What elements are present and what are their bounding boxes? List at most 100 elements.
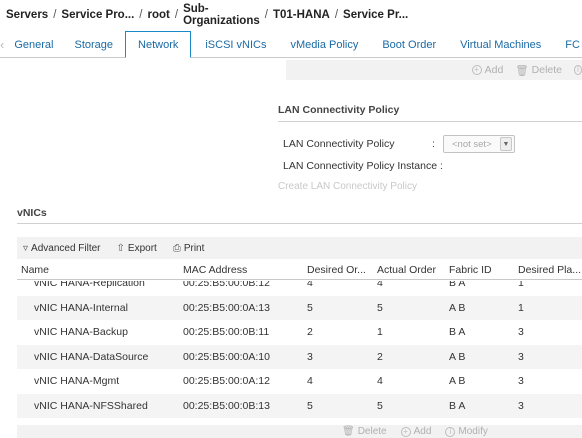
tab-general[interactable]: General xyxy=(4,32,64,57)
lan-connectivity-section-title: LAN Connectivity Policy xyxy=(278,104,400,116)
filter-icon: ▿ xyxy=(23,242,29,254)
vnics-section-title: vNICs xyxy=(17,207,47,219)
vnics-table-header: Name MAC Address Desired Or... Actual Or… xyxy=(17,260,582,280)
plus-circle-icon: + xyxy=(471,65,482,75)
vnics-table-rows: vNIC HANA-Replication 00:25:B5:00:0B:12 4 4… xyxy=(17,281,582,418)
trash-icon: 🗑 xyxy=(515,64,529,77)
chevron-down-icon: ▼ xyxy=(500,137,512,151)
breadcrumb-separator: / xyxy=(53,9,57,21)
cell-actual-order: 2 xyxy=(377,350,383,363)
info-circle-icon: i xyxy=(445,426,456,437)
delete-vnic-button[interactable]: 🗑 Delete xyxy=(342,426,387,437)
plus-circle-icon: + xyxy=(400,426,411,437)
cell-name: vNIC HANA-NFSShared xyxy=(34,399,148,412)
breadcrumb-separator: / xyxy=(139,9,143,21)
network-actions-toolbar: + Add 🗑 Delete i xyxy=(286,60,582,80)
table-row[interactable]: vNIC HANA-Mgmt 00:25:B5:00:0A:12 4 4 A B 3 xyxy=(17,369,582,394)
tab-iscsi-vnics[interactable]: iSCSI vNICs xyxy=(191,32,278,57)
cell-desired-order: 4 xyxy=(307,375,313,387)
cell-name: vNIC HANA-Backup xyxy=(34,326,128,338)
table-row[interactable]: vNIC HANA-Replication 00:25:B5:00:0B:12 4 4… xyxy=(17,281,582,296)
cell-fabric-id: B A xyxy=(449,281,466,289)
tab-storage[interactable]: Storage xyxy=(64,32,125,57)
cell-fabric-id: A B xyxy=(449,301,466,314)
tab-bar: ‹ General Storage Network iSCSI vNICs vM… xyxy=(0,31,582,58)
cell-desired-placement: 3 xyxy=(518,399,524,412)
cell-name: vNIC HANA-Replication xyxy=(34,281,145,289)
section-divider xyxy=(17,223,582,224)
breadcrumb-servers[interactable]: Servers xyxy=(6,9,48,21)
tab-fc-zoning[interactable]: FC Zo xyxy=(553,32,582,57)
tab-boot-order[interactable]: Boot Order xyxy=(370,32,448,57)
tab-network[interactable]: Network xyxy=(125,31,192,58)
vnics-table-toolbar: ▿ Advanced Filter ⇧ Export ⎙ Print xyxy=(17,237,582,259)
advanced-filter-button[interactable]: ▿ Advanced Filter xyxy=(23,243,101,254)
cell-desired-order: 5 xyxy=(307,399,313,412)
add-vnic-button[interactable]: + Add xyxy=(400,426,432,437)
printer-icon: ⎙ xyxy=(172,242,181,254)
add-button[interactable]: + Add xyxy=(471,64,504,76)
cell-mac-address: 00:25:B5:00:0A:10 xyxy=(183,350,270,363)
cell-actual-order: 5 xyxy=(377,301,383,314)
lan-connectivity-policy-label: LAN Connectivity Policy xyxy=(283,138,395,150)
export-button[interactable]: ⇧ Export xyxy=(117,243,157,254)
breadcrumb-service-profile: Service Pr... xyxy=(343,9,409,21)
add-vnic-label: Add xyxy=(413,426,432,437)
cell-fabric-id: B A xyxy=(449,326,466,338)
info-circle-icon: i xyxy=(574,65,582,75)
cell-fabric-id: A B xyxy=(449,375,466,387)
add-label: Add xyxy=(484,64,504,76)
label-colon: : xyxy=(432,138,435,150)
cell-desired-order: 5 xyxy=(307,301,313,314)
cell-name: vNIC HANA-Internal xyxy=(34,301,128,314)
cell-desired-placement: 3 xyxy=(518,350,524,363)
cell-mac-address: 00:25:B5:00:0B:12 xyxy=(183,281,270,289)
cell-desired-placement: 1 xyxy=(518,301,524,314)
table-row[interactable]: vNIC HANA-Internal 00:25:B5:00:0A:13 5 5 A B… xyxy=(17,295,582,320)
advanced-filter-label: Advanced Filter xyxy=(31,242,101,254)
column-header-fabric-id[interactable]: Fabric ID xyxy=(449,264,492,276)
cell-mac-address: 00:25:B5:00:0B:11 xyxy=(183,326,270,338)
cell-desired-placement: 3 xyxy=(518,375,524,387)
breadcrumb-t01-hana[interactable]: T01-HANA xyxy=(273,9,330,21)
modify-vnic-button[interactable]: i Modify xyxy=(445,426,488,437)
cell-name: vNIC HANA-Mgmt xyxy=(34,375,120,387)
more-action-button[interactable]: i xyxy=(574,65,582,75)
breadcrumb-root[interactable]: root xyxy=(148,9,170,21)
breadcrumb-sub-organizations[interactable]: Sub- Organizations xyxy=(183,3,260,27)
lan-connectivity-policy-select[interactable]: <not set> ▼ xyxy=(443,135,515,153)
breadcrumb-separator: / xyxy=(174,9,179,21)
delete-button[interactable]: 🗑 Delete xyxy=(515,64,562,77)
cell-desired-order: 2 xyxy=(307,326,313,338)
print-button[interactable]: ⎙ Print xyxy=(173,243,205,254)
column-header-name[interactable]: Name xyxy=(21,264,49,276)
column-header-actual-order[interactable]: Actual Order xyxy=(377,264,436,276)
cell-name: vNIC HANA-DataSource xyxy=(34,350,149,363)
cell-desired-order: 4 xyxy=(307,281,313,289)
column-header-desired-placement[interactable]: Desired Pla... xyxy=(518,264,581,276)
vnics-table-body: vNIC HANA-Replication 00:25:B5:00:0B:12 4 4… xyxy=(17,281,582,424)
vnics-actions-toolbar: 🗑 Delete + Add i Modify xyxy=(17,425,582,438)
tab-virtual-machines[interactable]: Virtual Machines xyxy=(448,32,553,57)
breadcrumb-sub-organizations-line2: Organizations xyxy=(183,15,260,27)
cell-desired-order: 3 xyxy=(307,350,313,363)
delete-vnic-label: Delete xyxy=(357,426,387,437)
select-value: <not set> xyxy=(452,138,492,150)
create-lan-connectivity-policy-link[interactable]: Create LAN Connectivity Policy xyxy=(278,181,417,192)
tab-vmedia-policy[interactable]: vMedia Policy xyxy=(278,32,370,57)
breadcrumb-sub-organizations-line1: Sub- xyxy=(183,3,209,15)
cell-actual-order: 4 xyxy=(377,281,383,289)
cell-fabric-id: A B xyxy=(449,350,466,363)
table-row[interactable]: vNIC HANA-Backup 00:25:B5:00:0B:11 2 1 B A 3 xyxy=(17,320,582,345)
lan-connectivity-policy-instance-label: LAN Connectivity Policy Instance : xyxy=(283,160,443,172)
column-header-desired-order[interactable]: Desired Or... xyxy=(307,264,366,276)
table-row[interactable]: vNIC HANA-DataSource 00:25:B5:00:0A:10 3 2 A… xyxy=(17,344,582,369)
breadcrumb-service-profiles[interactable]: Service Pro... xyxy=(61,9,134,21)
cell-actual-order: 5 xyxy=(377,399,383,412)
cell-mac-address: 00:25:B5:00:0A:12 xyxy=(183,375,270,387)
cell-mac-address: 00:25:B5:00:0A:13 xyxy=(183,301,270,314)
breadcrumb: Servers / Service Pro... / root / Sub- O… xyxy=(0,0,582,30)
breadcrumb-separator: / xyxy=(334,9,339,21)
column-header-mac-address[interactable]: MAC Address xyxy=(183,264,247,276)
table-row[interactable]: vNIC HANA-NFSShared 00:25:B5:00:0B:13 5 5 B … xyxy=(17,393,582,418)
